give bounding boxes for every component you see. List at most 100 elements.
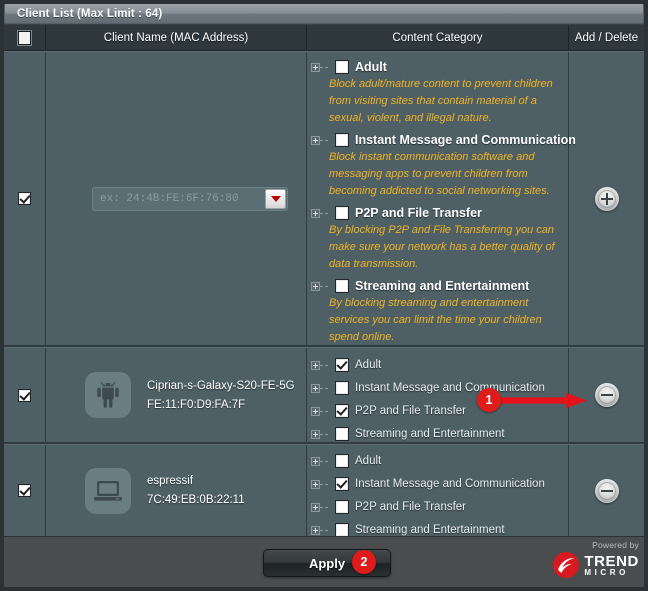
category-row-streaming: Streaming and Entertainment [309, 523, 568, 537]
category-checkbox-streaming[interactable] [335, 523, 349, 537]
category-checkbox-p2p[interactable] [335, 206, 349, 220]
delete-client-button[interactable] [594, 478, 619, 503]
plus-box-icon [311, 456, 320, 466]
annotation-badge-2: 2 [352, 550, 376, 574]
table-row-new-entry: Adult Block adult/mature content to prev… [4, 51, 644, 347]
client-list-table: Client Name (MAC Address) Content Catego… [4, 25, 644, 537]
category-label-p2p: P2P and File Transfer [355, 501, 467, 513]
category-row-p2p: P2P and File Transfer [309, 500, 568, 514]
category-label-streaming: Streaming and Entertainment [355, 279, 530, 293]
category-description-streaming: By blocking streaming and entertainment … [329, 297, 542, 343]
annotation-arrow-1 [494, 393, 587, 408]
category-row-adult: Adult [309, 358, 568, 372]
table-header-add-delete: Add / Delete [574, 31, 639, 44]
category-group-p2p: P2P and File Transfer By blocking P2P an… [309, 206, 568, 273]
tree-expander-adult[interactable] [311, 62, 328, 72]
tree-expander-streaming[interactable] [311, 525, 328, 535]
category-label-p2p: P2P and File Transfer [355, 206, 482, 220]
plus-box-icon [311, 208, 320, 218]
client-mac-address: 7C:49:EB:0B:22:11 [147, 494, 245, 506]
category-group-adult: Adult Block adult/mature content to prev… [309, 60, 568, 127]
tree-expander-streaming[interactable] [311, 281, 328, 291]
plus-box-icon [311, 62, 320, 72]
category-group-streaming: Streaming and Entertainment By blocking … [309, 279, 568, 346]
category-label-instant-message: Instant Message and Communication [355, 478, 545, 490]
category-row-adult: Adult [309, 454, 568, 468]
tree-expander-p2p[interactable] [311, 502, 328, 512]
category-checkbox-instant-message[interactable] [335, 381, 349, 395]
plus-box-icon [311, 525, 320, 535]
category-label-streaming: Streaming and Entertainment [355, 524, 505, 536]
category-checkbox-streaming[interactable] [335, 427, 349, 441]
tree-connector [320, 139, 328, 141]
android-robot-icon [85, 372, 131, 418]
tree-expander-adult[interactable] [311, 456, 328, 466]
panel-footer: Apply Powered by TREND MICRO [4, 536, 644, 587]
mac-address-field-wrapper [92, 186, 288, 211]
row-select-cell [4, 348, 46, 442]
category-checkbox-instant-message[interactable] [335, 477, 349, 491]
laptop-icon [85, 467, 131, 514]
row-select-cell [4, 445, 46, 536]
tree-expander-instant-message[interactable] [311, 479, 328, 489]
client-meta: espressif 7C:49:EB:0B:22:11 [147, 475, 245, 506]
annotation-badge-1: 1 [477, 388, 501, 412]
client-identity-cell: espressif 7C:49:EB:0B:22:11 [46, 445, 307, 536]
category-description-instant-message: Block instant communication software and… [329, 151, 550, 197]
category-label-streaming: Streaming and Entertainment [355, 428, 505, 440]
brand-trend-text: TREND [584, 552, 639, 570]
delete-client-button[interactable] [594, 383, 619, 407]
client-mac-address: FE:11:F0:D9:FA:7F [147, 398, 246, 411]
trend-micro-wordmark: TREND MICRO [584, 554, 639, 577]
plus-box-icon [311, 281, 320, 291]
row-select-checkbox[interactable] [18, 484, 31, 497]
category-checkbox-p2p[interactable] [335, 500, 349, 514]
category-checkbox-p2p[interactable] [335, 404, 349, 418]
table-row-client-1: espressif 7C:49:EB:0B:22:11 Adult Instan… [4, 444, 644, 537]
plus-box-icon [311, 479, 320, 489]
row-select-checkbox[interactable] [18, 192, 31, 205]
tree-expander-instant-message[interactable] [311, 383, 328, 393]
tree-expander-instant-message[interactable] [311, 135, 328, 145]
tree-connector [320, 285, 328, 287]
tree-expander-adult[interactable] [311, 360, 328, 370]
plus-box-icon [311, 429, 320, 439]
new-entry-category-cell: Adult Block adult/mature content to prev… [307, 52, 576, 346]
tree-connector [320, 410, 328, 412]
tree-expander-p2p[interactable] [311, 208, 328, 218]
plus-box-icon [311, 502, 320, 512]
mac-dropdown-button[interactable] [265, 188, 286, 209]
category-row-instant-message: Instant Message and Communication [309, 477, 568, 491]
tree-expander-streaming[interactable] [311, 429, 328, 439]
plus-box-icon [311, 360, 320, 370]
client-name: espressif [147, 475, 194, 487]
category-label-adult: Adult [355, 359, 382, 371]
add-client-button[interactable] [594, 186, 619, 211]
plus-box-icon [311, 383, 320, 393]
plus-box-icon [311, 406, 320, 416]
tree-expander-p2p[interactable] [311, 406, 328, 416]
tree-connector [320, 483, 328, 485]
table-header-row: Client Name (MAC Address) Content Catego… [4, 25, 644, 51]
tree-connector [320, 212, 328, 214]
category-checkbox-adult[interactable] [335, 60, 349, 74]
category-checkbox-instant-message[interactable] [335, 133, 349, 147]
category-checkbox-streaming[interactable] [335, 279, 349, 293]
row-select-checkbox[interactable] [18, 388, 31, 402]
category-label-instant-message: Instant Message and Communication [355, 133, 576, 147]
client-name: Ciprian-s-Galaxy-S20-FE-5G [147, 379, 295, 392]
page-title: Client List (Max Limit : 64) [17, 7, 163, 20]
powered-by-label: Powered by [592, 540, 639, 550]
client-list-panel: Client List (Max Limit : 64) Client Name… [0, 0, 648, 591]
table-header-content-category: Content Category [307, 25, 569, 50]
category-checkbox-adult[interactable] [335, 454, 349, 468]
table-header-select [4, 25, 46, 50]
client-identity-cell: Ciprian-s-Galaxy-S20-FE-5G FE:11:F0:D9:F… [46, 348, 307, 442]
client-meta: Ciprian-s-Galaxy-S20-FE-5G FE:11:F0:D9:F… [147, 380, 295, 411]
category-checkbox-adult[interactable] [335, 358, 349, 372]
tree-connector [320, 387, 328, 389]
select-all-checkbox[interactable] [18, 30, 31, 45]
category-description-adult: Block adult/mature content to prevent ch… [329, 78, 553, 124]
mac-address-input[interactable] [93, 187, 265, 210]
category-group-instant-message: Instant Message and Communication Block … [309, 133, 576, 200]
